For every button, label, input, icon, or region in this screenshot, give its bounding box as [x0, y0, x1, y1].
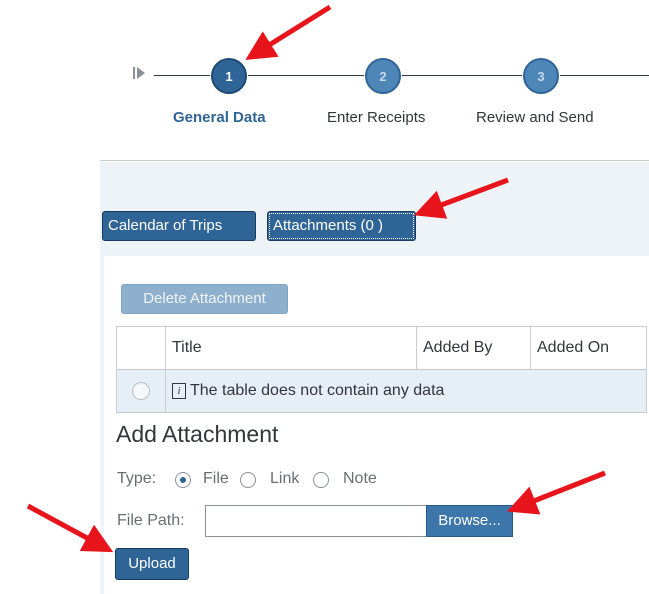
- browse-button[interactable]: Browse...: [426, 505, 513, 537]
- roadmap-line: [402, 75, 522, 76]
- upload-button[interactable]: Upload: [115, 548, 189, 580]
- empty-table-message: i The table does not contain any data: [165, 369, 647, 413]
- roadmap-start-icon: [133, 66, 149, 80]
- roadmap-step-2-label[interactable]: Enter Receipts: [327, 109, 425, 126]
- roadmap-step-2[interactable]: 2: [365, 58, 401, 94]
- annotation-arrow: [245, 4, 332, 60]
- roadmap-step-1-label[interactable]: General Data: [173, 109, 266, 126]
- type-link-radio[interactable]: [240, 472, 256, 488]
- table-row: i The table does not contain any data: [116, 369, 647, 413]
- roadmap-step-3-label[interactable]: Review and Send: [476, 109, 594, 126]
- tab-attachments[interactable]: Attachments (0 ): [267, 211, 416, 241]
- table-header-row: Title Added By Added On: [116, 326, 647, 370]
- row-selector[interactable]: [116, 369, 166, 413]
- info-icon: i: [172, 382, 186, 399]
- tab-calendar-of-trips[interactable]: Calendar of Trips: [102, 211, 256, 241]
- delete-attachment-button: Delete Attachment: [121, 284, 288, 314]
- type-label: Type:: [117, 470, 157, 487]
- type-link-label[interactable]: Link: [270, 470, 299, 488]
- type-note-radio[interactable]: [313, 472, 329, 488]
- annotation-arrow: [26, 503, 114, 553]
- roadmap-line: [154, 75, 210, 76]
- file-path-input[interactable]: [205, 505, 427, 537]
- divider: [100, 160, 649, 161]
- attachments-table: Title Added By Added On i The table does …: [116, 326, 647, 413]
- roadmap-step-1[interactable]: 1: [211, 58, 247, 94]
- roadmap-line: [560, 75, 649, 76]
- type-file-radio[interactable]: [175, 472, 191, 488]
- roadmap-step-3[interactable]: 3: [523, 58, 559, 94]
- column-header-added-on[interactable]: Added On: [530, 326, 647, 370]
- select-all-column-header[interactable]: [116, 326, 166, 370]
- column-header-title[interactable]: Title: [165, 326, 417, 370]
- file-path-label: File Path:: [117, 512, 185, 529]
- column-header-added-by[interactable]: Added By: [416, 326, 531, 370]
- type-note-label[interactable]: Note: [343, 470, 377, 488]
- type-file-label[interactable]: File: [203, 470, 229, 488]
- row-select-radio[interactable]: [132, 381, 150, 400]
- add-attachment-title: Add Attachment: [116, 421, 279, 447]
- roadmap-line: [248, 75, 364, 76]
- empty-message-text: The table does not contain any data: [190, 382, 445, 399]
